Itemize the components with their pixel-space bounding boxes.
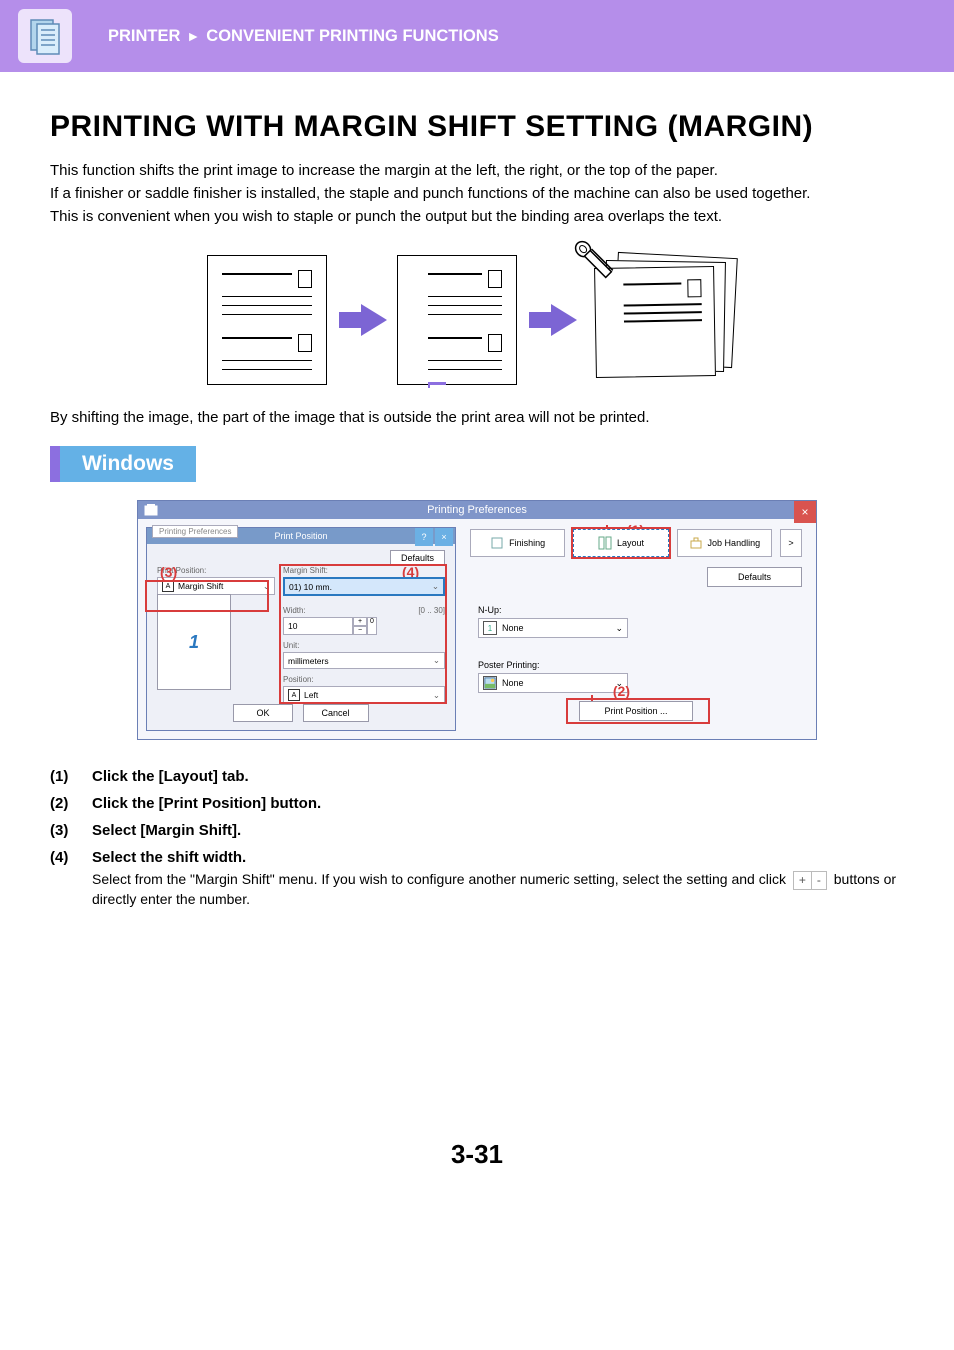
step-text: Select [Margin Shift]. xyxy=(92,822,241,839)
stapler-icon xyxy=(569,235,617,283)
defaults-button[interactable]: Defaults xyxy=(390,550,445,566)
breadcrumb-separator-icon: ► xyxy=(186,28,200,44)
steps-list: (1) Click the [Layout] tab. (2) Click th… xyxy=(50,768,904,909)
layout-icon xyxy=(598,536,612,550)
ok-button[interactable]: OK xyxy=(233,704,292,722)
step-4-detail: Select from the "Margin Shift" menu. If … xyxy=(92,870,904,909)
diagram-note: By shifting the image, the part of the i… xyxy=(50,409,904,426)
step-number: (2) xyxy=(50,795,78,812)
spinner-buttons-icon: +- xyxy=(793,871,827,890)
plus-icon: + xyxy=(353,617,367,626)
app-icon xyxy=(144,503,158,517)
diagram-after-page xyxy=(397,255,517,385)
intro-line-1: This function shifts the print image to … xyxy=(50,160,904,181)
page-number: 3-31 xyxy=(50,1139,904,1200)
print-position-label: Print Position: xyxy=(157,566,275,575)
chevron-down-icon: ⌄ xyxy=(615,678,623,689)
job-handling-icon xyxy=(689,536,703,550)
window-titlebar: Printing Preferences × xyxy=(138,501,816,519)
preview-thumbnail: 1 xyxy=(157,594,231,690)
step-number: (4) xyxy=(50,849,78,866)
print-position-dialog: Print Position ? × (3) (4) Defaults Prin… xyxy=(146,527,456,731)
minus-icon: − xyxy=(353,626,367,635)
margin-shift-label: Margin Shift: xyxy=(283,566,445,575)
tab-layout[interactable]: Layout xyxy=(573,529,668,557)
tab-next-button[interactable]: > xyxy=(780,529,802,557)
page-header: PRINTER ► CONVENIENT PRINTING FUNCTIONS xyxy=(0,0,954,72)
margin-shift-diagram xyxy=(50,255,904,385)
screenshot: Printing Preferences × Printing Preferen… xyxy=(50,500,904,740)
defaults-button[interactable]: Defaults xyxy=(707,567,802,587)
window-tab[interactable]: Printing Preferences xyxy=(152,525,238,538)
finishing-icon xyxy=(490,536,504,550)
diagram-before-page xyxy=(207,255,327,385)
poster-icon xyxy=(483,676,497,690)
arrow-right-icon xyxy=(361,304,387,336)
width-stepper[interactable]: +− xyxy=(353,617,367,635)
arrow-right-icon xyxy=(551,304,577,336)
chevron-down-icon: ⌄ xyxy=(263,581,270,592)
width-range: [0 .. 30] xyxy=(418,606,445,615)
intro-text: This function shifts the print image to … xyxy=(50,160,904,227)
page-title: PRINTING WITH MARGIN SHIFT SETTING (MARG… xyxy=(50,110,904,144)
chevron-down-icon: ⌄ xyxy=(615,623,623,634)
print-position-select[interactable]: AMargin Shift ⌄ xyxy=(157,577,275,595)
tab-bar: Finishing Layout xyxy=(470,529,802,557)
position-label: Position: xyxy=(283,675,445,684)
breadcrumb: PRINTER ► CONVENIENT PRINTING FUNCTIONS xyxy=(108,27,499,46)
dialog-title: Print Position xyxy=(274,531,327,541)
unit-select[interactable]: millimeters ⌄ xyxy=(283,652,445,669)
width-label: Width: xyxy=(283,606,306,615)
printer-icon xyxy=(18,9,72,63)
unit-label: Unit: xyxy=(283,641,445,650)
breadcrumb-section[interactable]: PRINTER xyxy=(108,27,180,46)
width-input[interactable]: 10 xyxy=(283,617,353,635)
poster-select[interactable]: None ⌄ xyxy=(478,673,628,693)
step-text: Select the shift width. xyxy=(92,849,246,866)
chevron-down-icon: ⌄ xyxy=(433,655,440,666)
step-number: (1) xyxy=(50,768,78,785)
nup-select[interactable]: 1None ⌄ xyxy=(478,618,628,638)
cancel-button[interactable]: Cancel xyxy=(303,704,369,722)
os-badge-windows: Windows xyxy=(50,446,196,482)
diagram-stapled-stack xyxy=(587,255,747,385)
print-position-button[interactable]: Print Position ... xyxy=(579,701,692,721)
margin-shift-select[interactable]: 01) 10 mm. ⌄ xyxy=(283,577,445,596)
chevron-down-icon: ⌄ xyxy=(432,581,439,592)
tab-finishing[interactable]: Finishing xyxy=(470,529,565,557)
step-text: Click the [Layout] tab. xyxy=(92,768,249,785)
step-number: (3) xyxy=(50,822,78,839)
nup-label: N-Up: xyxy=(478,605,794,615)
chevron-down-icon: ⌄ xyxy=(433,690,440,701)
step-text: Click the [Print Position] button. xyxy=(92,795,321,812)
window-title: Printing Preferences xyxy=(427,504,527,516)
tab-job-handling[interactable]: Job Handling xyxy=(677,529,772,557)
intro-line-3: This is convenient when you wish to stap… xyxy=(50,206,904,227)
intro-line-2: If a finisher or saddle finisher is inst… xyxy=(50,183,904,204)
breadcrumb-page[interactable]: CONVENIENT PRINTING FUNCTIONS xyxy=(206,27,498,46)
position-select[interactable]: ALeft ⌄ xyxy=(283,686,445,704)
poster-label: Poster Printing: xyxy=(478,660,794,670)
